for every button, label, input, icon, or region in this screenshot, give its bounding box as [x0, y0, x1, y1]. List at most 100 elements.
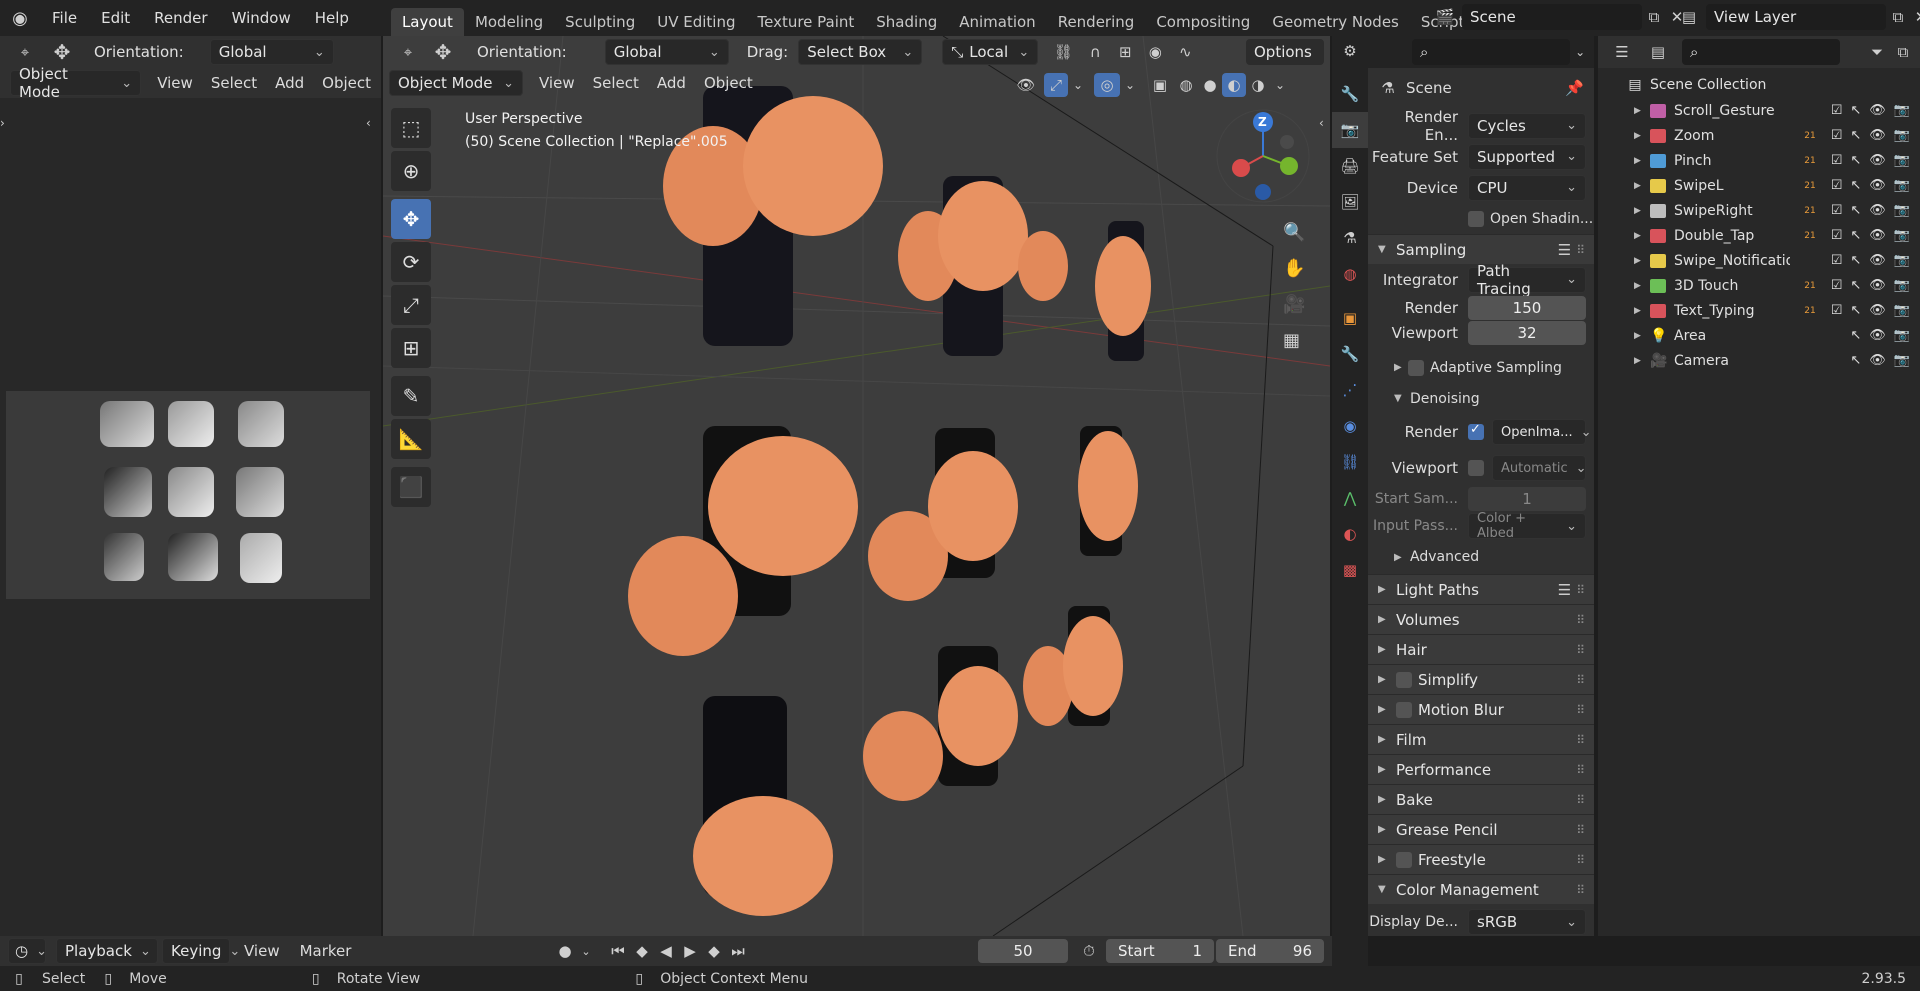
chevron-down-icon[interactable]: ⌄: [1270, 78, 1290, 92]
drag-handle-icon[interactable]: ⠿: [1576, 763, 1585, 777]
render-camera-icon[interactable]: 📷: [1894, 278, 1910, 293]
denoise-render-checkbox[interactable]: [1468, 422, 1484, 440]
editor-type-icon[interactable]: ⚙: [1332, 36, 1368, 66]
sampling-header[interactable]: ▼ Sampling ☰ ⠿: [1368, 234, 1594, 264]
expand-icon[interactable]: ▶: [1634, 106, 1650, 116]
orientation-dropdown[interactable]: Global: [604, 39, 729, 65]
input-passes-dropdown[interactable]: Color + Albed: [1468, 511, 1586, 541]
move-tool-icon[interactable]: ✥: [391, 199, 431, 239]
scene-field[interactable]: Scene: [1462, 4, 1642, 30]
color-management-header[interactable]: ▼ Color Management ⠿: [1368, 874, 1594, 904]
display-mode-icon[interactable]: ▤: [1640, 43, 1676, 61]
tab-modeling[interactable]: Modeling: [464, 8, 554, 36]
drag-handle-icon[interactable]: ⠿: [1576, 583, 1585, 597]
filter-icon[interactable]: ⏷: [1862, 43, 1892, 61]
drag-handle-icon[interactable]: ⠿: [1576, 613, 1585, 627]
render-camera-icon[interactable]: 📷: [1894, 203, 1910, 218]
start-frame-field[interactable]: Start 1: [1106, 939, 1214, 963]
selectable-icon[interactable]: ↖: [1850, 228, 1861, 243]
list-icon[interactable]: ☰: [1558, 581, 1571, 599]
menu-window[interactable]: Window: [220, 9, 303, 27]
render-samples-field[interactable]: 150: [1468, 295, 1586, 320]
adaptive-sampling-row[interactable]: ▶ Adaptive Sampling: [1368, 352, 1594, 383]
denoise-viewport-checkbox[interactable]: [1468, 460, 1484, 476]
exclude-checkbox-icon[interactable]: ☑: [1831, 203, 1843, 218]
eye-icon[interactable]: 👁: [1869, 303, 1886, 318]
selectable-icon[interactable]: ↖: [1850, 328, 1861, 343]
open-shading-checkbox[interactable]: [1468, 210, 1484, 227]
outliner-row[interactable]: ▶ Text_Typing 21 ☑ ↖ 👁 📷: [1598, 298, 1920, 323]
tab-layout[interactable]: Layout: [390, 8, 464, 36]
volumes-header[interactable]: ▶ Volumes ⠿: [1368, 604, 1594, 634]
selectable-icon[interactable]: ↖: [1850, 278, 1861, 293]
camera-view-icon[interactable]: 🎥: [1283, 286, 1305, 322]
tab-geometry-nodes[interactable]: Geometry Nodes: [1261, 8, 1410, 36]
render-camera-icon[interactable]: 📷: [1894, 103, 1910, 118]
new-collection-icon[interactable]: ⧉: [1892, 43, 1914, 61]
exclude-checkbox-icon[interactable]: ☑: [1831, 253, 1843, 268]
cursor-tool-icon[interactable]: ⊕: [391, 151, 431, 191]
output-tab-icon[interactable]: 🖨: [1332, 148, 1368, 184]
transform-tool-icon[interactable]: ⊞: [391, 328, 431, 368]
gizmo-toggle-icon[interactable]: ⤢: [1044, 73, 1068, 97]
render-camera-icon[interactable]: 📷: [1894, 303, 1910, 318]
thumbnail[interactable]: [168, 467, 214, 517]
scene-icon[interactable]: 🎬: [1428, 8, 1462, 26]
menu-file[interactable]: File: [40, 9, 89, 27]
display-device-dropdown[interactable]: sRGB: [1468, 909, 1586, 935]
drag-handle-icon[interactable]: ⠿: [1576, 243, 1585, 257]
simplify-checkbox[interactable]: [1396, 671, 1412, 688]
menu-help[interactable]: Help: [303, 9, 361, 27]
selectable-icon[interactable]: ↖: [1850, 203, 1861, 218]
thumbnail[interactable]: [238, 401, 284, 447]
record-icon[interactable]: ●: [552, 942, 578, 960]
eye-icon[interactable]: 👁: [1869, 328, 1886, 343]
transform-pivot-dropdown[interactable]: ⤡ Local: [942, 39, 1039, 65]
view-layer-tab-icon[interactable]: 🖼: [1332, 184, 1368, 220]
grease-pencil-header[interactable]: ▶ Grease Pencil ⠿: [1368, 814, 1594, 844]
expand-icon[interactable]: ▶: [1634, 256, 1650, 266]
tool-tab-icon[interactable]: 🔧: [1332, 76, 1368, 112]
outliner-row[interactable]: ▶ SwipeRight 21 ☑ ↖ 👁 📷: [1598, 198, 1920, 223]
exclude-checkbox-icon[interactable]: ☑: [1831, 278, 1843, 293]
exclude-checkbox-icon[interactable]: ☑: [1831, 103, 1843, 118]
outliner-search-input[interactable]: ⌕: [1682, 39, 1840, 65]
physics-tab-icon[interactable]: ◉: [1332, 408, 1368, 444]
advanced-row[interactable]: ▶ Advanced: [1368, 540, 1594, 574]
film-header[interactable]: ▶ Film ⠿: [1368, 724, 1594, 754]
new-view-layer-icon[interactable]: ⧉: [1886, 8, 1910, 26]
drag-handle-icon[interactable]: ⠿: [1576, 733, 1585, 747]
drag-handle-icon[interactable]: ⠿: [1576, 853, 1585, 867]
selectable-icon[interactable]: ↖: [1850, 128, 1861, 143]
solid-shading-icon[interactable]: ●: [1198, 76, 1222, 94]
object-mode-dropdown[interactable]: Object Mode: [10, 65, 142, 101]
expand-icon[interactable]: ▶: [1634, 281, 1650, 291]
collapse-arrow-icon[interactable]: ‹: [366, 116, 371, 130]
viewport-samples-field[interactable]: 32: [1468, 321, 1586, 345]
expand-icon[interactable]: ▶: [1634, 356, 1650, 366]
motion-blur-checkbox[interactable]: [1396, 701, 1412, 718]
selectable-icon[interactable]: ↖: [1850, 303, 1861, 318]
jump-start-icon[interactable]: ⏮: [606, 942, 630, 960]
annotate-tool-icon[interactable]: ✎: [391, 376, 431, 416]
delete-view-layer-icon[interactable]: ✕: [1910, 8, 1920, 26]
move-tool-icon[interactable]: ✥: [427, 40, 459, 64]
new-scene-icon[interactable]: ⧉: [1642, 8, 1666, 26]
thumbnail[interactable]: [104, 467, 152, 517]
link-icon[interactable]: ⛓: [1046, 43, 1080, 61]
light-paths-header[interactable]: ▶ Light Paths ☰ ⠿: [1368, 574, 1594, 604]
selectable-icon[interactable]: ↖: [1850, 353, 1861, 368]
play-reverse-icon[interactable]: ◀: [654, 942, 678, 960]
render-camera-icon[interactable]: 📷: [1894, 353, 1910, 368]
expand-icon[interactable]: ▶: [1634, 181, 1650, 191]
outliner-row[interactable]: ▶ Swipe_Notifications ☑ ↖ 👁 📷: [1598, 248, 1920, 273]
outliner-row[interactable]: ▶ SwipeL 21 ☑ ↖ 👁 📷: [1598, 173, 1920, 198]
object-tab-icon[interactable]: ▣: [1332, 300, 1368, 336]
expand-icon[interactable]: ▶: [1634, 156, 1650, 166]
outliner-row[interactable]: ▶ 💡 Area ↖ 👁 📷: [1598, 323, 1920, 348]
keying-dropdown[interactable]: Keying: [162, 938, 230, 964]
feature-set-dropdown[interactable]: Supported: [1468, 143, 1586, 170]
render-tab-icon[interactable]: 📷: [1332, 112, 1368, 148]
orientation-dropdown[interactable]: Global: [209, 39, 334, 65]
drag-handle-icon[interactable]: ⠿: [1576, 793, 1585, 807]
